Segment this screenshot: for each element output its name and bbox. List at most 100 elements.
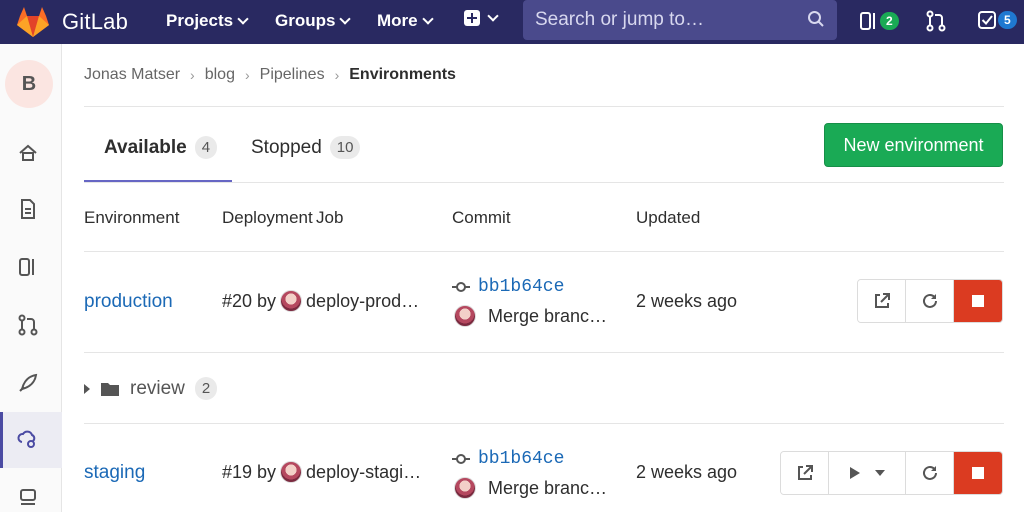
nav-projects-label: Projects: [166, 11, 234, 30]
plus-square-icon: [464, 10, 480, 26]
issues-link[interactable]: 2: [860, 11, 899, 31]
todos-count-badge: 5: [998, 11, 1017, 29]
stop-icon: [972, 467, 984, 479]
commit-title-link[interactable]: Merge branc…: [488, 478, 607, 499]
divider: [84, 423, 1004, 424]
deployment-number: #20 by: [222, 290, 277, 311]
external-link-icon: [874, 293, 890, 308]
chevron-right-icon: ›: [190, 67, 195, 83]
deployment-cell: #19 by deploy-stagi…: [222, 461, 421, 483]
home-icon: [19, 144, 37, 161]
sidebar-item-ci-cd[interactable]: [17, 372, 39, 394]
open-live-environment-button[interactable]: [781, 452, 829, 494]
divider: [84, 106, 1004, 107]
sidebar-item-merge-requests[interactable]: [17, 314, 39, 336]
breadcrumb-pipelines[interactable]: Pipelines: [260, 66, 325, 84]
environment-link-staging[interactable]: staging: [84, 462, 145, 484]
play-icon: [850, 467, 860, 479]
search-input[interactable]: Search or jump to…: [523, 0, 837, 40]
merge-request-icon: [18, 314, 38, 336]
issues-count-badge: 2: [880, 12, 899, 30]
search-placeholder: Search or jump to…: [535, 9, 704, 30]
chevron-down-icon: [339, 13, 352, 25]
retry-icon: [922, 293, 937, 308]
chevron-right-icon: ›: [334, 67, 340, 83]
sidebar-item-home[interactable]: [17, 142, 39, 164]
header-deployment: Deployment: [222, 208, 313, 227]
deployment-cell: #20 by deploy-prod…: [222, 290, 419, 312]
brand-name: GitLab: [62, 9, 129, 34]
job-link[interactable]: deploy-stagi…: [306, 462, 421, 483]
redeploy-button[interactable]: [906, 452, 954, 494]
tab-stopped-label: Stopped: [251, 136, 322, 158]
chevron-right-icon: ›: [244, 67, 250, 83]
tab-stopped[interactable]: Stopped 10: [251, 136, 361, 159]
merge-requests-link[interactable]: [926, 10, 946, 32]
actions-group: [780, 451, 1003, 495]
nav-groups-dropdown[interactable]: Groups: [275, 11, 352, 31]
deployment-number: #19 by: [222, 461, 277, 482]
commit-sha-link[interactable]: bb1b64ce: [478, 277, 564, 297]
updated-time: 2 weeks ago: [636, 291, 738, 311]
folder-count: 2: [194, 377, 218, 400]
nav-more-dropdown[interactable]: More: [377, 11, 434, 31]
header-updated: Updated: [636, 208, 701, 227]
gitlab-logo[interactable]: GitLab: [16, 6, 128, 38]
cloud-gear-icon: [17, 430, 36, 448]
tab-available-label: Available: [104, 136, 187, 158]
sidebar-item-packages[interactable]: [17, 486, 39, 508]
nav-projects-dropdown[interactable]: Projects: [166, 11, 249, 31]
new-environment-button[interactable]: New environment: [824, 123, 1003, 167]
sidebar-item-issues[interactable]: [17, 256, 39, 278]
commit-sha-link[interactable]: bb1b64ce: [478, 449, 564, 469]
manual-actions-dropdown[interactable]: [829, 452, 906, 494]
nav-more-label: More: [377, 11, 418, 30]
header-commit: Commit: [452, 208, 511, 227]
breadcrumb: Jonas Matser › blog › Pipelines › Enviro…: [84, 66, 456, 84]
commit-title-cell: Merge branc…: [454, 305, 607, 327]
commit-sha-cell: bb1b64ce: [452, 449, 564, 469]
header-job: Job: [316, 208, 344, 227]
commit-icon: [452, 454, 470, 464]
external-link-icon: [797, 465, 813, 480]
stop-environment-button[interactable]: [954, 280, 1002, 322]
header-environment: Environment: [84, 208, 180, 227]
todo-check-icon: [978, 11, 996, 29]
folder-row-review[interactable]: review 2: [84, 377, 218, 400]
tab-available[interactable]: Available 4: [104, 136, 218, 159]
user-avatar[interactable]: [280, 461, 303, 483]
user-avatar[interactable]: [454, 477, 476, 499]
breadcrumb-project[interactable]: blog: [205, 66, 235, 84]
breadcrumb-user[interactable]: Jonas Matser: [84, 66, 180, 84]
project-sidebar: B: [0, 44, 62, 512]
sidebar-item-repository[interactable]: [17, 198, 39, 220]
redeploy-button[interactable]: [906, 280, 954, 322]
monitor-icon: [20, 489, 36, 505]
issues-icon: [19, 258, 34, 276]
new-item-dropdown[interactable]: [463, 9, 499, 27]
divider: [84, 182, 1004, 183]
merge-request-icon: [926, 10, 946, 32]
gitlab-tanuki-icon: [17, 7, 49, 37]
job-link[interactable]: deploy-prod…: [306, 291, 419, 312]
nav-groups-label: Groups: [275, 11, 336, 30]
sidebar-item-operations[interactable]: [17, 428, 39, 450]
todos-link[interactable]: 5: [978, 11, 1017, 29]
user-avatar[interactable]: [280, 290, 303, 312]
stop-environment-button[interactable]: [954, 452, 1002, 494]
caret-right-icon: [84, 383, 90, 394]
commit-title-cell: Merge branc…: [454, 477, 607, 499]
updated-time: 2 weeks ago: [636, 462, 738, 482]
caret-down-icon: [875, 470, 885, 476]
tab-stopped-count: 10: [329, 136, 361, 159]
commit-title-link[interactable]: Merge branc…: [488, 306, 607, 327]
search-icon: [808, 11, 824, 27]
project-avatar[interactable]: B: [5, 60, 53, 108]
open-live-environment-button[interactable]: [858, 280, 906, 322]
user-avatar[interactable]: [454, 305, 476, 327]
environment-link-production[interactable]: production: [84, 291, 173, 313]
breadcrumb-current[interactable]: Environments: [349, 66, 456, 84]
actions-group: [857, 279, 1003, 323]
stop-icon: [972, 295, 984, 307]
top-navbar: GitLab Projects Groups More Search or ju…: [0, 0, 1024, 44]
